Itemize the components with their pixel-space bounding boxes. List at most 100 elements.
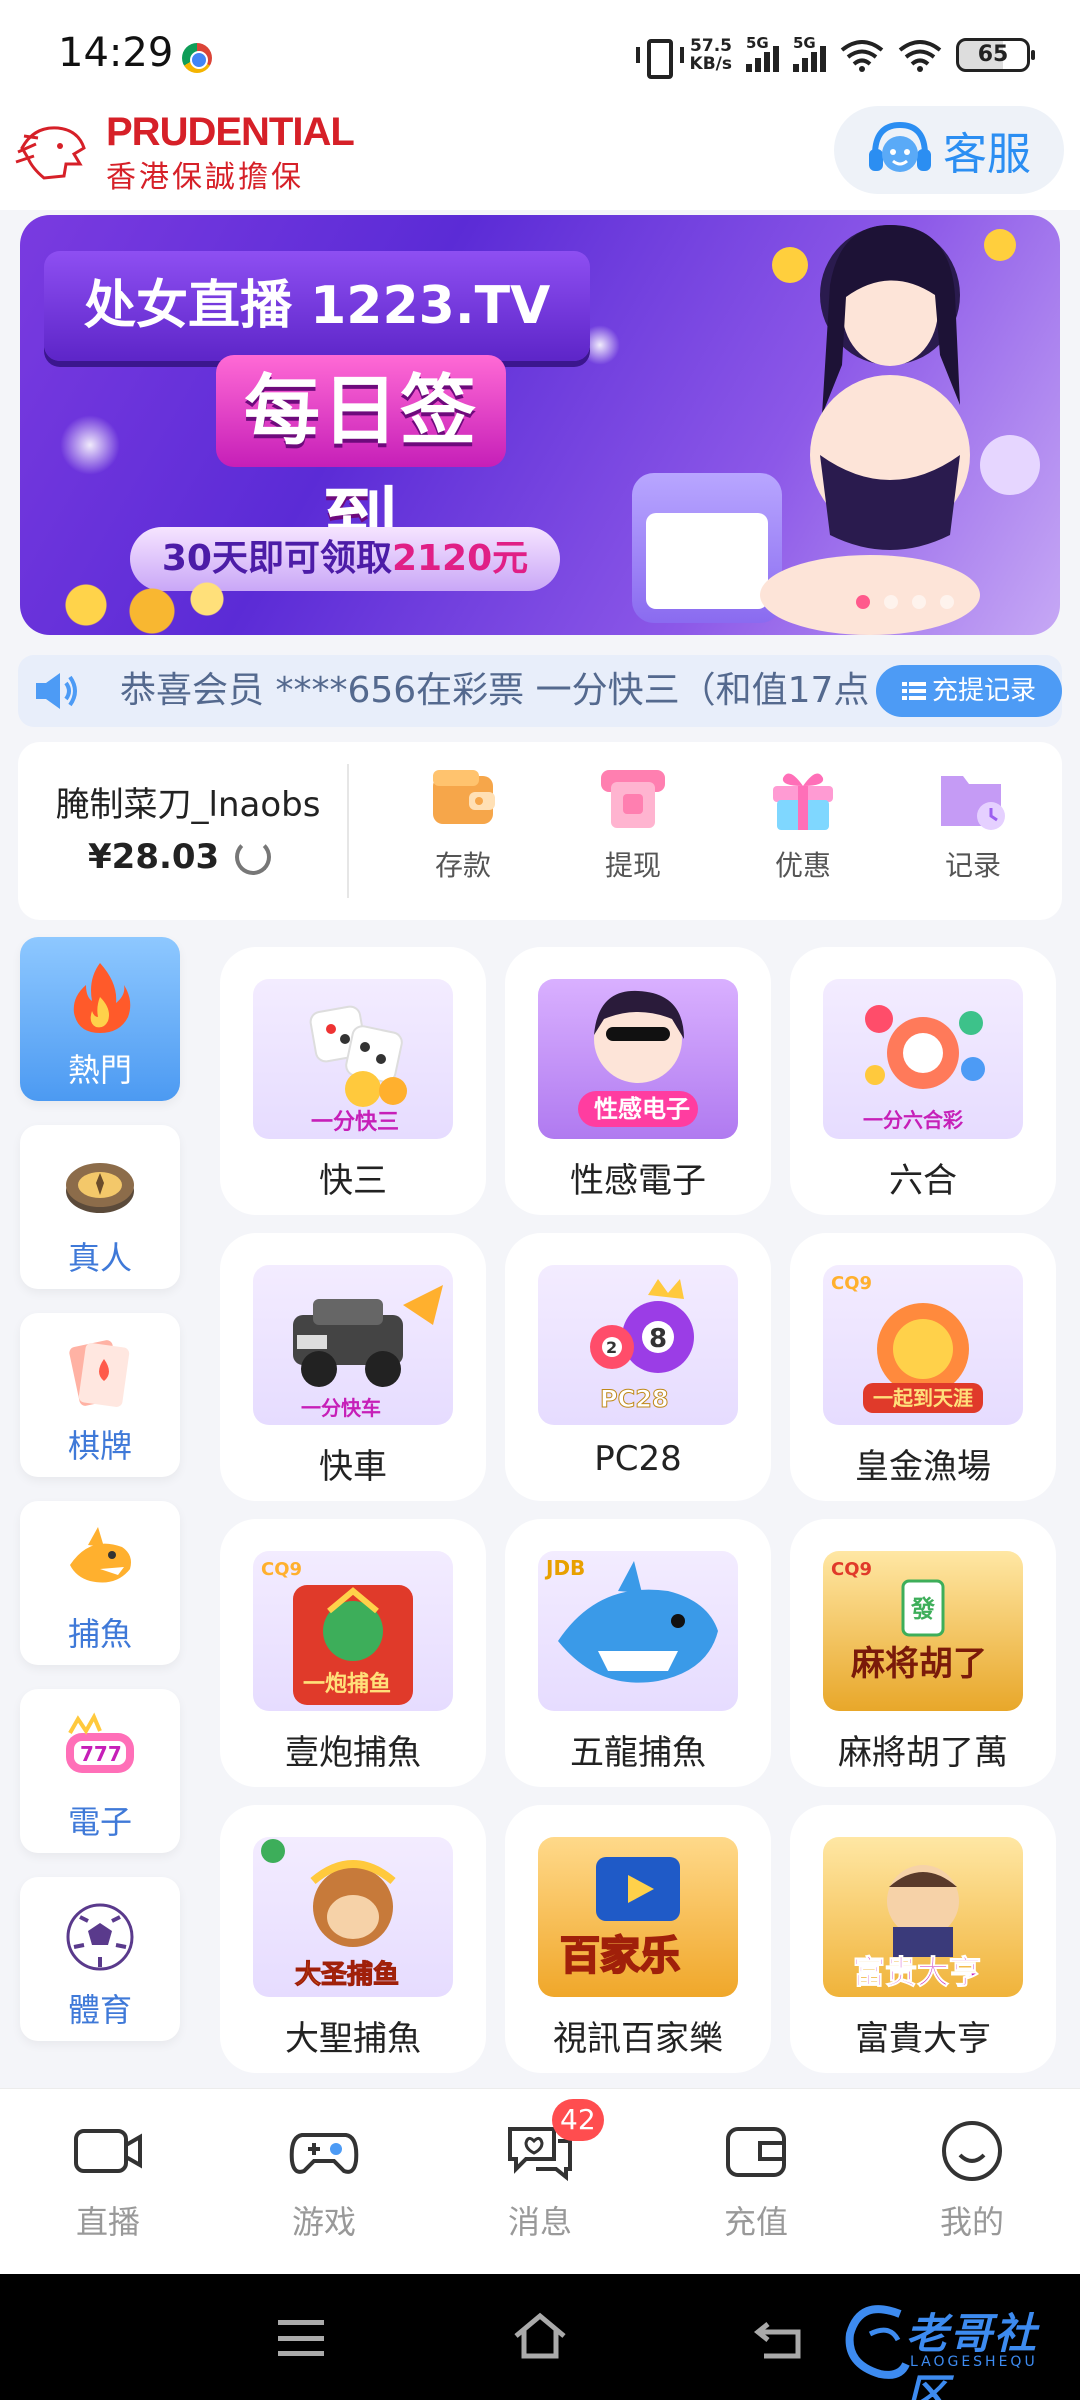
gamepad-icon [289,2133,359,2174]
nav-profile[interactable]: 我的 [864,2089,1080,2274]
banner-dot[interactable] [912,595,926,609]
slot-machine-icon: 777 [66,1712,134,1773]
record-button-label: 充提记录 [931,676,1036,706]
monkey-king-art: 大圣捕鱼 [261,1839,400,1991]
record-folder-icon [941,776,1005,830]
game-thumbnail: 一分六合彩 [823,979,1023,1139]
nav-games[interactable]: 游戏 [216,2089,432,2274]
nav-recharge-label: 充值 [723,2203,788,2241]
network-speed-value: 57.5 [690,36,732,56]
banner-pagination[interactable] [856,595,954,609]
recent-apps-icon[interactable] [278,2320,324,2356]
status-indicators: 57.5 KB/s 5G 5G 65 [635,30,1035,80]
deposit-withdraw-record-button[interactable]: 充提记录 [876,665,1062,717]
game-tile-sexy-slots[interactable]: 性感电子 性感電子 [505,947,771,1215]
game-thumbnail-text: 麻将胡了 [851,1644,987,1684]
promotion-button[interactable]: 优惠 [728,762,878,884]
category-sports[interactable]: 體育 [20,1877,180,2041]
customer-service-button[interactable]: 客服 [834,106,1064,194]
withdraw-button[interactable]: 提现 [558,762,708,884]
nav-messages-label: 消息 [507,2203,572,2241]
game-tile-mahjong-ways[interactable]: CQ9 發 麻将胡了 麻將胡了萬 [790,1519,1056,1787]
game-thumbnail-text: 一分快车 [301,1396,381,1420]
svg-text:發: 發 [910,1595,935,1623]
game-tile-video-baccarat[interactable]: 百家乐 視訊百家樂 [505,1805,771,2073]
game-tile-mark-six[interactable]: 一分六合彩 六合 [790,947,1056,1215]
svg-text:777: 777 [80,1742,122,1766]
sparkle-icon [60,415,120,475]
soccer-ball-icon [66,1903,134,1971]
game-label: 視訊百家樂 [553,2019,723,2059]
game-tile-one-shot-fishing[interactable]: CQ9 一炮捕鱼 壹炮捕魚 [220,1519,486,1787]
balance-row: ¥28.03 [88,837,272,877]
prudential-head-icon [15,126,86,180]
back-icon[interactable] [754,2316,804,2360]
messages-unread-badge: 42 [552,2099,604,2141]
game-tile-monkey-king-fishing[interactable]: 大圣捕鱼 大聖捕魚 [220,1805,486,2073]
category-sports-label: 體育 [67,1991,132,2029]
deposit-button[interactable]: 存款 [388,762,538,884]
game-tile-speed-car[interactable]: 一分快车 快車 [220,1233,486,1501]
headset-icon [869,121,931,172]
category-card-games[interactable]: 棋牌 [20,1313,180,1477]
username: 腌制菜刀_lnaobs [55,785,321,825]
game-thumbnail-text: 富贵大亨 [853,1953,981,1991]
svg-text:2: 2 [606,1338,617,1357]
banner-dot-active[interactable] [856,595,870,609]
refresh-icon[interactable] [235,839,272,875]
game-tile-golden-fishery[interactable]: CQ9 一起到天涯 皇金漁場 [790,1233,1056,1501]
game-label: 富貴大亨 [855,2019,991,2059]
network-speed: 57.5 KB/s [690,37,732,73]
brand-logo: PRUDENTIAL 香港保誠擔保 [14,110,355,195]
nav-live[interactable]: 直播 [0,2089,216,2274]
svg-text:JDB: JDB [544,1556,585,1580]
game-thumbnail: 百家乐 [538,1837,738,1997]
signal-label-2: 5G [793,34,816,52]
withdraw-label: 提现 [604,849,661,882]
game-tile-kuai3[interactable]: 一分快三 快三 [220,947,486,1215]
category-slots[interactable]: 777 電子 [20,1689,180,1853]
game-label: 快三 [319,1161,387,1201]
category-slots-label: 電子 [67,1803,132,1841]
battery-indicator: 65 [956,38,1035,72]
nav-messages[interactable]: 42 消息 [432,2089,648,2274]
shark-icon [70,1527,131,1583]
promo-banner[interactable]: 处女直播 1223.TV 每日签到 30天即可领取2120元 [20,215,1060,635]
sexy-slots-art: 性感电子 [578,990,698,1127]
game-thumbnail: 8 2 PC28 [538,1265,738,1425]
category-fishing[interactable]: 捕魚 [20,1501,180,1665]
game-tile-five-dragon-fishing[interactable]: JDB 五龍捕魚 [505,1519,771,1787]
game-tile-tycoon[interactable]: 富贵大亨 富貴大亨 [790,1805,1056,2073]
nav-recharge[interactable]: 充值 [648,2089,864,2274]
deposit-label: 存款 [434,849,491,882]
game-thumbnail: CQ9 一炮捕鱼 [253,1551,453,1711]
logo-wordmark: PRUDENTIAL [106,110,355,154]
game-label: 麻將胡了萬 [838,1733,1008,1773]
status-bar: 14:29 57.5 KB/s 5G 5G 65 [0,0,1080,110]
chrome-icon [182,43,212,73]
game-thumbnail: 一分快车 [253,1265,453,1425]
lottery-balls-icon: 一分六合彩 [863,1005,985,1132]
records-button[interactable]: 记录 [898,762,1048,884]
svg-text:CQ9: CQ9 [831,1273,872,1294]
promotion-label: 优惠 [774,849,831,882]
category-live-casino[interactable]: 真人 [20,1125,180,1289]
svg-text:8: 8 [649,1324,667,1354]
wallet-actions: 存款 提现 优惠 记录 [378,762,1058,884]
system-navigation-bar: 老哥社区 LAOGESHEQU [0,2274,1080,2400]
game-tile-pc28[interactable]: 8 2 PC28 PC28 [505,1233,771,1501]
banner-dot[interactable] [940,595,954,609]
one-shot-fishing-art: CQ9 一炮捕鱼 [261,1559,413,1705]
banner-dot[interactable] [884,595,898,609]
home-icon[interactable] [512,2310,568,2360]
five-dragon-fishing-art: JDB [544,1556,718,1683]
banner-reward-prefix: 30天即可领取 [161,538,392,579]
signal-label-1: 5G [746,34,769,52]
game-thumbnail-text: 一分快三 [311,1110,399,1135]
category-hot[interactable]: 熱門 [20,937,180,1101]
watermark-text: 老哥社区 [906,2309,1039,2400]
wallet-icon [433,770,495,824]
banner-character-illustration [760,225,1040,635]
casino-chip-icon [66,1163,134,1213]
game-thumbnail-text: 一分六合彩 [863,1108,963,1132]
